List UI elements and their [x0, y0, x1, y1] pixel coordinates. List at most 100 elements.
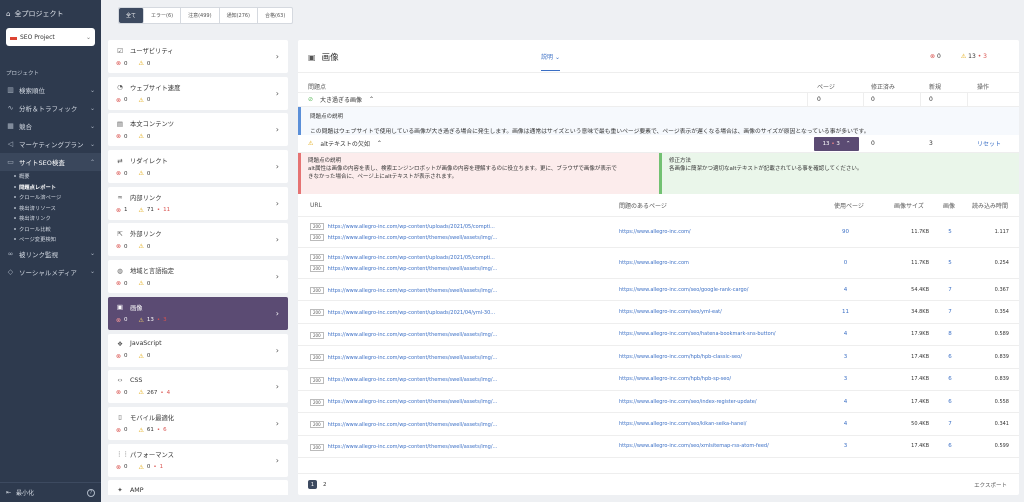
filter-passed[interactable]: 合格(63) [258, 8, 292, 23]
page-1-button[interactable]: 1 [308, 480, 317, 489]
sidebar-item-social[interactable]: ◇ ソーシャルメディア ⌄ [0, 263, 101, 281]
category-item[interactable]: ◔ ウェブサイト速度 ⊗ 0 ⚠ 0 › [108, 76, 288, 110]
category-item[interactable]: ▣ 画像 ⊗ 0 ⚠ 13 • 3 › [108, 296, 288, 330]
category-item[interactable]: ◍ 地域と言語指定 ⊗ 0 ⚠ 0 › [108, 260, 288, 294]
category-item[interactable]: ‹› CSS ⊗ 0 ⚠ 267 • 4 › [108, 370, 288, 404]
document-icon: ▤ [116, 119, 124, 128]
problem-page-link[interactable]: https://www.allegro-inc.com [619, 260, 689, 266]
category-warning-count: 0 [146, 97, 151, 104]
warning-icon: ⚠ [308, 140, 314, 147]
sidebar-item-site-audit[interactable]: ▭ サイトSEO検査 ⌃ [0, 153, 101, 171]
filter-warnings[interactable]: 注意(499) [181, 8, 220, 23]
minimize-button[interactable]: ⇤ 最小化 ? [0, 482, 101, 502]
category-item[interactable]: ☑ ユーザビリティ ⊗ 0 ⚠ 0 › [108, 40, 288, 73]
chevron-down-icon: ⌄ [89, 140, 95, 148]
help-icon[interactable]: ? [87, 488, 95, 497]
used-pages-link[interactable]: 4 [818, 421, 873, 427]
used-pages-link[interactable]: 4 [818, 331, 873, 337]
images-link[interactable]: 7 [935, 421, 965, 427]
resource-url-link[interactable]: https://www.allegro-inc.com/wp-content/t… [328, 332, 498, 338]
resource-url-link[interactable]: https://www.allegro-inc.com/wp-content/t… [328, 355, 498, 361]
image-size: 54.4KB [911, 286, 929, 293]
sidebar-subitem-crawled-pages[interactable]: クロール済ページ [0, 192, 101, 203]
new-dot: • [153, 464, 157, 471]
images-link[interactable]: 6 [935, 443, 965, 449]
problem-page-link[interactable]: https://www.allegro-inc.com/hpb/hpb-sp-s… [619, 376, 731, 382]
reset-link[interactable]: リセット [977, 135, 1001, 152]
images-link[interactable]: 6 [935, 376, 965, 382]
category-item[interactable]: ✦AMP ⊗0⚠0 › [108, 480, 288, 495]
issue-count-badge[interactable]: 13 • 3 ⌃ [814, 137, 859, 151]
resource-url-link[interactable]: https://www.allegro-inc.com/wp-content/u… [328, 255, 495, 261]
category-item[interactable]: ⋮⋮ パフォーマンス ⊗ 0 ⚠ 0 • 1 › [108, 443, 288, 477]
resource-url-link[interactable]: https://www.allegro-inc.com/wp-content/t… [328, 288, 498, 294]
category-item[interactable]: ∞ 内部リンク ⊗ 1 ⚠ 71 • 11 › [108, 186, 288, 220]
sidebar-subitem-resources[interactable]: 検出済リソース [0, 203, 101, 214]
problem-page-link[interactable]: https://www.allegro-inc.com/seo/hatena-b… [619, 331, 776, 337]
resource-url-link[interactable]: https://www.allegro-inc.com/wp-content/t… [328, 266, 498, 272]
filter-errors[interactable]: エラー(6) [144, 8, 182, 23]
images-link[interactable]: 5 [935, 260, 965, 266]
used-pages-link[interactable]: 11 [818, 309, 873, 315]
problem-page-link[interactable]: https://www.allegro-inc.com/seo/xmlsitem… [619, 443, 769, 449]
sidebar-subitem-issues-report[interactable]: 問題点レポート [0, 182, 101, 193]
sidebar-item-analytics[interactable]: ∿ 分析＆トラフィック ⌄ [0, 99, 101, 117]
resource-url-link[interactable]: https://www.allegro-inc.com/wp-content/t… [328, 444, 498, 450]
table-row: 200 https://www.allegro-inc.com/wp-conten… [298, 248, 1019, 279]
used-pages-link[interactable]: 4 [818, 287, 873, 293]
used-pages-link[interactable]: 3 [818, 443, 873, 449]
used-pages-link[interactable]: 0 [818, 260, 873, 266]
images-link[interactable]: 7 [935, 287, 965, 293]
all-projects-link[interactable]: ⌂ 全プロジェクト [0, 0, 101, 19]
problem-page-link[interactable]: https://www.allegro-inc.com/seo/google-r… [619, 287, 748, 293]
tab-description[interactable]: 説明 ⌄ [541, 52, 560, 71]
category-item[interactable]: ⇄ リダイレクト ⊗ 0 ⚠ 0 › [108, 150, 288, 184]
url-table-body: 200 https://www.allegro-inc.com/wp-conten… [298, 217, 1019, 459]
problem-page-link[interactable]: https://www.allegro-inc.com/hpb/hpb-clas… [619, 354, 742, 360]
sidebar-subitem-overview[interactable]: 概要 [0, 171, 101, 182]
sidebar-subitem-links[interactable]: 検出済リンク [0, 213, 101, 224]
resource-url-link[interactable]: https://www.allegro-inc.com/wp-content/u… [328, 310, 495, 316]
link-icon: ∞ [117, 193, 123, 202]
category-item[interactable]: ▯ モバイル最適化 ⊗ 0 ⚠ 61 • 6 › [108, 406, 288, 440]
sidebar-item-marketing[interactable]: ◁ マーケティングプラン ⌄ [0, 135, 101, 153]
issue-new-count: 3 [929, 140, 933, 147]
category-item[interactable]: ⇱ 外部リンク ⊗ 0 ⚠ 0 › [108, 223, 288, 257]
resource-url-link[interactable]: https://www.allegro-inc.com/wp-content/t… [328, 235, 498, 241]
page-2-button[interactable]: 2 [323, 482, 327, 488]
sidebar-subitem-page-changes[interactable]: ページ変更検知 [0, 234, 101, 245]
images-link[interactable]: 8 [935, 331, 965, 337]
filter-notices[interactable]: 通知(276) [220, 8, 259, 23]
used-pages-link[interactable]: 4 [818, 399, 873, 405]
category-warning-count: 61 [146, 427, 154, 434]
sidebar-item-backlinks[interactable]: ∞ 被リンク監視 ⌄ [0, 245, 101, 263]
filter-all[interactable]: 全て [119, 8, 145, 23]
sidebar-subitem-crawl-compare[interactable]: クロール比較 [0, 224, 101, 235]
images-link[interactable]: 6 [935, 399, 965, 405]
resource-url-link[interactable]: https://www.allegro-inc.com/wp-content/t… [328, 422, 498, 428]
issue-row-missing-alt[interactable]: ⚠ altテキストの欠如 ⌃ 13 • 3 ⌃ 0 3 リセット [298, 135, 1019, 153]
used-pages-link[interactable]: 90 [818, 229, 873, 235]
problem-page-link[interactable]: https://www.allegro-inc.com/seo/kikan-se… [619, 421, 746, 427]
images-link[interactable]: 6 [935, 354, 965, 360]
images-link[interactable]: 5 [935, 229, 965, 235]
check-icon: ⊘ [308, 96, 314, 103]
export-button[interactable]: エクスポート [974, 481, 1007, 489]
issue-row-large-images[interactable]: ⊘ 大き過ぎる画像 ⌃ 0 0 0 [298, 92, 1019, 107]
sidebar-item-competitors[interactable]: ▦ 競合 ⌄ [0, 117, 101, 135]
used-pages-link[interactable]: 3 [818, 354, 873, 360]
resource-url-link[interactable]: https://www.allegro-inc.com/wp-content/t… [328, 399, 498, 405]
project-selector[interactable]: SEO Project ⌄ [6, 28, 95, 46]
chevron-down-icon: ⌄ [554, 54, 560, 61]
images-link[interactable]: 7 [935, 309, 965, 315]
problem-page-link[interactable]: https://www.allegro-inc.com/seo/index-re… [619, 399, 757, 405]
problem-page-link[interactable]: https://www.allegro-inc.com/seo/yml-eat/ [619, 309, 722, 315]
resource-url-cell: 200 https://www.allegro-inc.com/wp-conten… [310, 376, 498, 384]
resource-url-link[interactable]: https://www.allegro-inc.com/wp-content/u… [328, 224, 495, 230]
problem-page-link[interactable]: https://www.allegro-inc.com/ [619, 229, 691, 235]
used-pages-link[interactable]: 3 [818, 376, 873, 382]
sidebar-item-rankings[interactable]: ▥ 検索順位 ⌄ [0, 81, 101, 99]
category-item[interactable]: ▤ 本文コンテンツ ⊗ 0 ⚠ 0 › [108, 113, 288, 147]
category-item[interactable]: ❖ JavaScript ⊗ 0 ⚠ 0 › [108, 333, 288, 367]
resource-url-link[interactable]: https://www.allegro-inc.com/wp-content/t… [328, 377, 498, 383]
